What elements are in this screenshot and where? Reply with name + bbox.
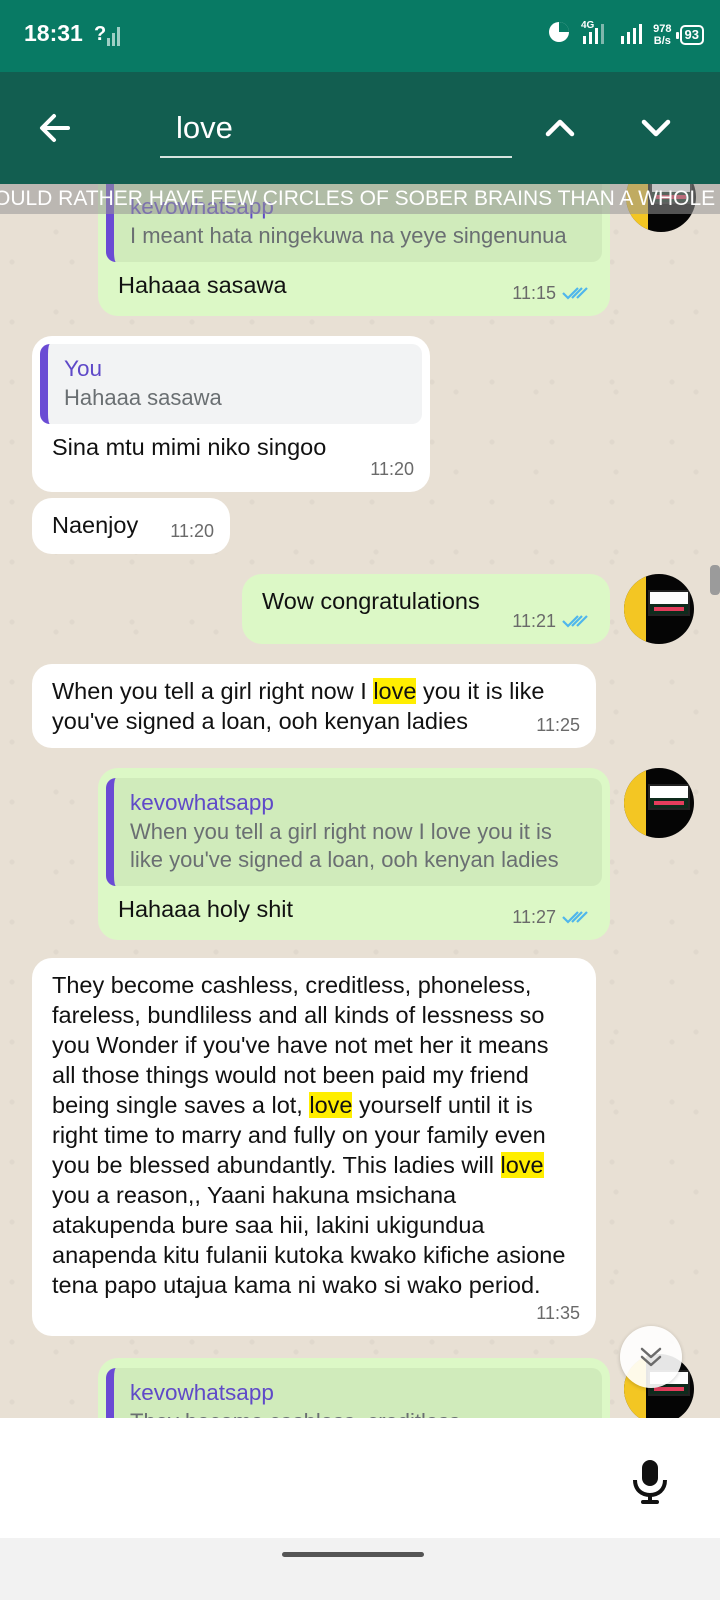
read-receipt-icon <box>562 615 588 628</box>
microphone-icon <box>633 1460 667 1504</box>
message-time: 11:20 <box>370 459 414 479</box>
svg-text:4G: 4G <box>581 20 595 31</box>
home-indicator[interactable] <box>282 1552 424 1557</box>
search-highlight: love <box>373 678 417 704</box>
search-toolbar <box>0 72 720 184</box>
chevron-down-icon <box>641 119 671 137</box>
search-highlight: love <box>309 1092 353 1118</box>
quote-text: When you tell a girl right now I love yo… <box>130 819 559 872</box>
search-highlight: love <box>500 1152 544 1178</box>
net-speed: 978 B/s <box>653 22 672 47</box>
quote-text: Hahaaa sasawa <box>64 385 222 410</box>
message-text: They become cashless, creditless, phonel… <box>52 972 566 1298</box>
back-button[interactable] <box>34 106 78 150</box>
message-time: 11:27 <box>512 907 556 927</box>
message-bubble-incoming[interactable]: When you tell a girl right now I love yo… <box>32 664 596 748</box>
message-meta: 11:20 <box>170 516 214 546</box>
message-time: 11:21 <box>512 611 556 631</box>
quote-author: kevowhatsapp <box>130 1380 274 1405</box>
message-meta: 11:15 <box>512 278 594 308</box>
search-input[interactable] <box>160 100 512 158</box>
avatar[interactable] <box>624 574 694 644</box>
message-bubble-incoming[interactable]: You Hahaaa sasawa Sina mtu mimi niko sin… <box>32 336 430 492</box>
data-saver-icon <box>547 20 571 49</box>
double-chevron-down-icon <box>640 1347 662 1367</box>
status-bar: 18:31 ? 4G 978 B/s 93 <box>0 0 720 72</box>
status-time: 18:31 <box>24 20 83 46</box>
quoted-message[interactable]: kevowhatsapp When you tell a girl right … <box>106 778 602 886</box>
arrow-left-icon <box>40 114 70 142</box>
quote-text: I meant hata ningekuwa na yeye singenunu… <box>130 223 567 248</box>
search-next-button[interactable] <box>636 108 676 148</box>
read-receipt-icon <box>562 287 588 300</box>
quote-author: kevowhatsapp <box>130 790 274 815</box>
status-ticker-overlay: OULD RATHER HAVE FEW CIRCLES OF SOBER BR… <box>0 184 720 214</box>
composer-bar <box>0 1418 720 1538</box>
signal-icon <box>619 18 645 51</box>
quoted-message[interactable]: You Hahaaa sasawa <box>40 344 422 424</box>
chat-area[interactable]: kevowhatsapp I meant hata ningekuwa na y… <box>0 184 720 1448</box>
message-bubble-outgoing[interactable]: kevowhatsapp When you tell a girl right … <box>98 768 610 940</box>
avatar[interactable] <box>624 768 694 838</box>
message-time: 11:20 <box>170 521 214 541</box>
message-bubble-incoming[interactable]: Naenjoy 11:20 <box>32 498 230 554</box>
message-time: 11:15 <box>512 283 556 303</box>
svg-text:?: ? <box>94 23 106 45</box>
message-meta: 11:35 <box>536 1298 580 1328</box>
scrollbar-thumb[interactable] <box>710 565 720 595</box>
message-text: Sina mtu mimi niko singoo <box>52 434 327 460</box>
chevron-up-icon <box>545 119 575 137</box>
message-bubble-incoming[interactable]: They become cashless, creditless, phonel… <box>32 958 596 1336</box>
no-sim-signal-icon: ? <box>94 22 124 53</box>
battery-indicator: 93 <box>675 24 704 45</box>
message-time: 11:25 <box>536 715 580 735</box>
message-meta: 11:21 <box>512 606 594 636</box>
voice-record-button[interactable] <box>630 1458 670 1506</box>
message-bubble-outgoing[interactable]: Wow congratulations 11:21 <box>242 574 610 644</box>
read-receipt-icon <box>562 911 588 924</box>
quote-author: You <box>64 356 102 381</box>
ticker-text: OULD RATHER HAVE FEW CIRCLES OF SOBER BR… <box>0 187 720 210</box>
message-time: 11:35 <box>536 1303 580 1323</box>
message-meta: 11:20 <box>370 454 414 484</box>
message-meta: 11:27 <box>512 902 594 932</box>
signal-4g-icon: 4G <box>579 18 611 51</box>
scroll-to-bottom-button[interactable] <box>620 1326 682 1388</box>
message-text: When you tell a girl right now I love yo… <box>52 678 545 734</box>
search-previous-button[interactable] <box>540 108 580 148</box>
system-nav-bar <box>0 1538 720 1600</box>
message-meta: 11:25 <box>536 710 580 740</box>
